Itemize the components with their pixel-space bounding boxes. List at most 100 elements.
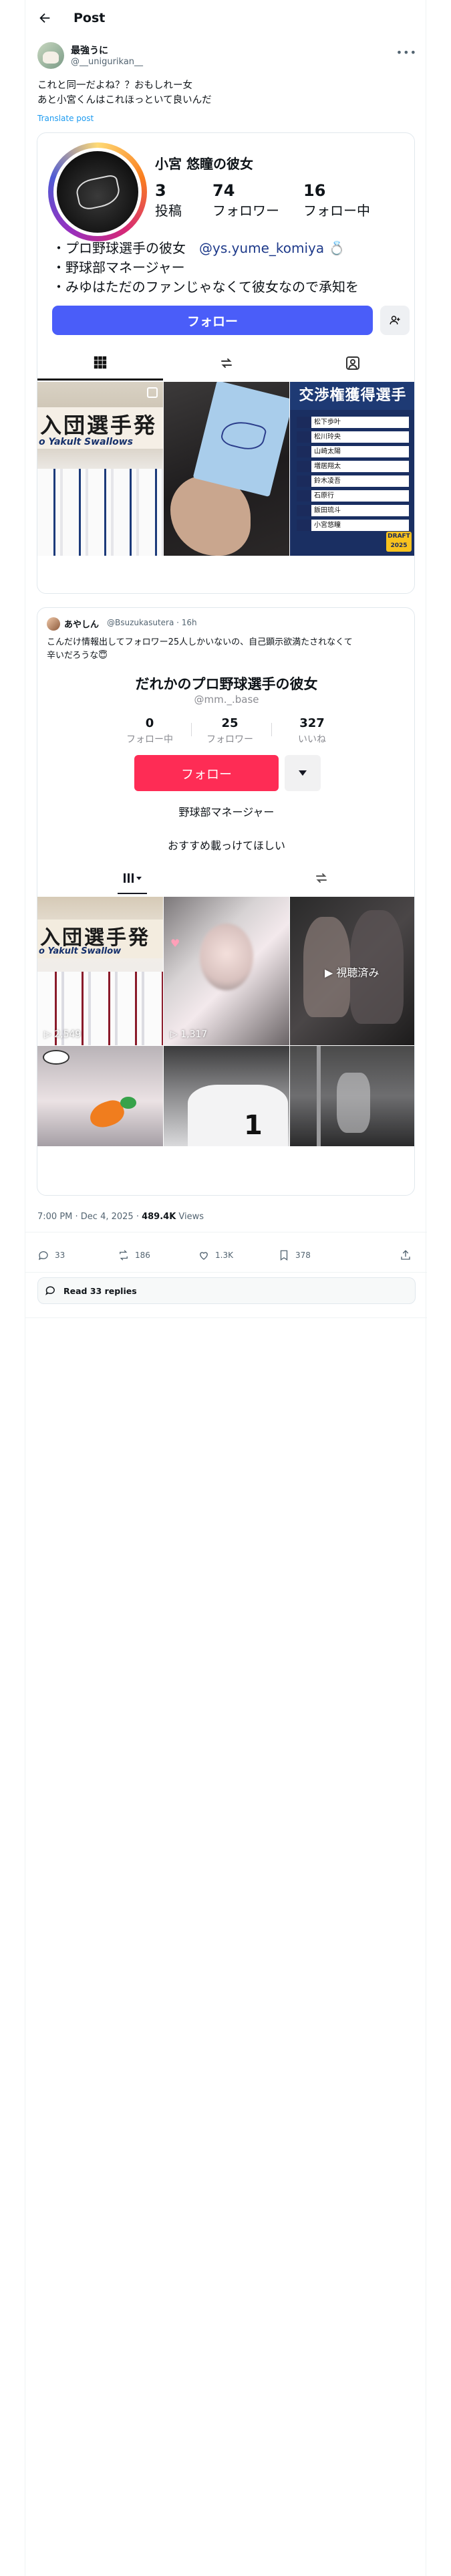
- draft-row: 石原行: [297, 490, 409, 502]
- videos-tab-icon: [37, 862, 227, 894]
- ig-followers-count: 74: [212, 181, 235, 200]
- tt-video-thumbnail: 入団選手発 o Yakult Swallow ▷ 2,549: [37, 897, 163, 1045]
- tt-video-thumbnail: [290, 1046, 414, 1146]
- reels-repost-icon: [164, 346, 289, 381]
- draft-row: 山崎太陽: [297, 446, 409, 457]
- ig-posts-label: 投稿: [155, 203, 182, 219]
- draft-row: 松川玲央: [297, 431, 409, 443]
- share-button[interactable]: [400, 1239, 412, 1272]
- post-column: Post 最強うに @__unigurikan__ ••• これと同一だよね？？…: [25, 0, 427, 2576]
- quoted-author-name: あやしん: [64, 620, 100, 630]
- top-bar: Post: [25, 0, 427, 35]
- repost-icon: [120, 1250, 128, 1261]
- tagged-icon: [290, 346, 414, 381]
- tt-likes-count: 327: [299, 716, 325, 730]
- grid-icon: [37, 346, 163, 381]
- ig-bio-line-3: ・みゆはただのファンじゃなくて彼女なので承知を: [52, 279, 359, 295]
- post-timestamp-views: 7:00 PM · Dec 4, 2025 · 489.4K Views: [37, 1212, 204, 1222]
- quoted-text: こんだけ情報出してフォロワー25人しかいないの、自己顕示欲満たされなくて 辛いだ…: [47, 637, 353, 661]
- action-bar: 33 186 1.3K 378: [25, 1239, 427, 1272]
- caret-down-icon: [285, 755, 321, 791]
- quoted-post[interactable]: あやしん @Bsuzukasutera · 16h こんだけ情報出してフォロワー…: [37, 607, 415, 1196]
- tweet-line-2: あと小宮くんはこれほっといて良いんだ: [37, 95, 212, 106]
- tt-followers-count: 25: [221, 716, 239, 730]
- ig-following-count: 16: [303, 181, 326, 200]
- tt-video-thumbnail: ▶ 視聴済み: [290, 897, 414, 1045]
- carousel-icon: [147, 387, 158, 398]
- like-button[interactable]: 1.3K: [198, 1239, 233, 1272]
- banner-sub: o Yakult Swallows: [39, 437, 134, 447]
- tt-follow-button: フォロー: [134, 755, 279, 791]
- play-count: ▷ 2,549: [44, 1029, 82, 1040]
- tt-following-count: 0: [145, 716, 154, 730]
- repost-tab-icon: [227, 862, 414, 894]
- ig-bio: ・プロ野球選手の彼女 @ys.yume_komiya 💍 ・野球部マネージャー …: [52, 239, 406, 297]
- tiktok-profile-title: だれかのプロ野球選手の彼女: [135, 676, 318, 692]
- draft-row: 小宮悠瞳: [297, 520, 409, 531]
- tt-recommend-text: おすすめ載っけてほしい: [167, 839, 285, 852]
- author-name[interactable]: 最強うに: [71, 43, 108, 57]
- heart-icon: [200, 1252, 208, 1260]
- draft-row: 増居翔太: [297, 461, 409, 472]
- ig-post-thumbnail: 入団選手発 o Yakult Swallows: [37, 382, 163, 556]
- bookmark-button[interactable]: 378: [278, 1239, 311, 1272]
- jersey-number: 1: [244, 1110, 263, 1141]
- avatar: [47, 617, 60, 631]
- tt-likes-label: いいね: [298, 734, 326, 745]
- avatar[interactable]: [37, 42, 64, 69]
- ig-following-label: フォロー中: [303, 203, 370, 219]
- tt-video-thumbnail: 1: [164, 1046, 289, 1146]
- add-person-icon: [380, 306, 410, 335]
- view-count: 489.4K: [142, 1212, 176, 1222]
- author-handle[interactable]: @__unigurikan__: [71, 57, 143, 67]
- profile-avatar: [57, 151, 138, 233]
- ig-bio-line-1: ・プロ野球選手の彼女: [52, 240, 186, 256]
- reply-button[interactable]: 33: [37, 1239, 65, 1272]
- banner-text: 入団選手発: [40, 413, 158, 438]
- ring-emoji: 💍: [328, 240, 345, 256]
- ig-follow-button: フォロー: [52, 306, 373, 335]
- draft-header: 交渉権獲得選手: [290, 382, 414, 410]
- ig-post-grid: 入団選手発 o Yakult Swallows 交渉権獲得選手 松下歩叶 松川玲央…: [37, 382, 414, 556]
- tiktok-username: @mm._.base: [194, 693, 259, 706]
- tt-following-label: フォロー中: [126, 734, 173, 745]
- attached-image-instagram[interactable]: 小宮 悠瞳の彼女 3 投稿 74 フォロワー 16 フォロー中 ・プロ野球選手の…: [37, 132, 415, 594]
- tt-bio: 野球部マネージャー: [178, 806, 275, 819]
- ig-posts-count: 3: [155, 181, 166, 200]
- ig-profile-name: 小宮 悠瞳の彼女: [155, 156, 253, 172]
- reply-icon: [38, 1251, 48, 1261]
- read-replies-button[interactable]: Read 33 replies: [37, 1277, 416, 1304]
- ig-post-thumbnail: [164, 382, 289, 556]
- ig-bio-mention: @ys.yume_komiya: [199, 240, 325, 256]
- watched-label: ▶ 視聴済み: [325, 966, 380, 979]
- draft-row: 松下歩叶: [297, 417, 409, 428]
- tt-followers-label: フォロワー: [206, 734, 253, 745]
- ig-post-thumbnail: 交渉権獲得選手 松下歩叶 松川玲央 山崎太陽 増居翔太 鈴木凌吾 石原行 飯田琉…: [290, 382, 414, 556]
- tt-tabs: [37, 862, 414, 894]
- play-count: ▷ 1,317: [170, 1029, 208, 1040]
- quoted-author-handle: @Bsuzukasutera · 16h: [107, 618, 197, 627]
- draft-row: 飯田琉斗: [297, 505, 409, 516]
- draft-row: 鈴木凌吾: [297, 475, 409, 487]
- share-icon: [401, 1250, 410, 1260]
- page-title: Post: [73, 10, 106, 25]
- banner-sub: o Yakult Swallow: [39, 946, 122, 956]
- story-ring: [48, 142, 147, 241]
- bookmark-icon: [280, 1250, 288, 1261]
- translate-link[interactable]: Translate post: [37, 114, 94, 123]
- read-replies-label: Read 33 replies: [63, 1285, 137, 1296]
- chat-bubbles-icon: [45, 1286, 55, 1295]
- more-options-icon[interactable]: •••: [396, 46, 417, 59]
- tt-video-thumbnail: [37, 1046, 163, 1146]
- ig-followers-label: フォロワー: [212, 203, 279, 219]
- tt-video-thumbnail: ♥ ▷ 1,317: [164, 897, 289, 1045]
- post-author: 最強うに @__unigurikan__ •••: [37, 42, 418, 72]
- tweet-line-1: これと同一だよね？？おもしれー女: [37, 80, 192, 91]
- repost-button[interactable]: 186: [118, 1239, 150, 1272]
- tt-video-grid: 入団選手発 o Yakult Swallow ▷ 2,549 ♥ ▷ 1,317 …: [37, 897, 414, 1195]
- ig-bio-line-2: ・野球部マネージャー: [52, 259, 185, 276]
- back-arrow-icon[interactable]: [37, 11, 52, 25]
- tweet-text: これと同一だよね？？おもしれー女 あと小宮くんはこれほっといて良いんだ: [37, 78, 412, 108]
- ig-tabs: [37, 346, 414, 381]
- draft-badge: DRAFT 2025: [386, 532, 412, 552]
